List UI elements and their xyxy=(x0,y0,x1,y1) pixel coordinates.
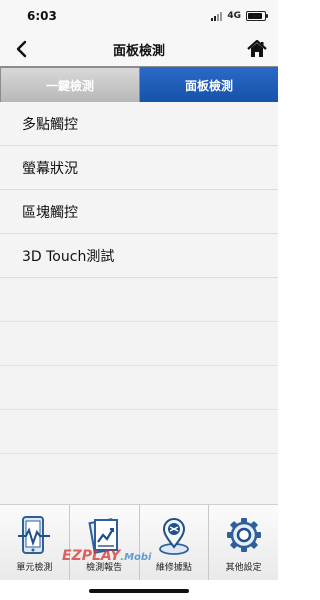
tabbar-item-repair-location[interactable]: 維修據點 xyxy=(140,505,210,581)
home-indicator xyxy=(0,580,278,600)
tabbar-label: 單元檢測 xyxy=(16,563,53,573)
tabbar-label: 維修據點 xyxy=(155,563,192,573)
tabbar-item-unit-check[interactable]: 單元檢測 xyxy=(0,505,70,581)
watermark-suffix: .Mobi xyxy=(120,552,152,563)
network-type: 4G xyxy=(227,11,241,21)
empty-row xyxy=(0,410,278,454)
tabbar-label: 其他設定 xyxy=(225,563,262,573)
bottom-tab-bar: 單元檢測 檢測報告 維修據點 其他設定 xyxy=(0,504,278,581)
status-time: 6:03 xyxy=(27,9,57,23)
list-item-block-touch[interactable]: 區塊觸控 xyxy=(0,190,278,234)
tab-panel-check[interactable]: 面板檢測 xyxy=(140,67,278,103)
test-list: 多點觸控 螢幕狀況 區塊觸控 3D Touch測試 xyxy=(0,102,278,504)
signal-icon xyxy=(211,11,223,21)
status-indicators: 4G xyxy=(211,10,268,22)
empty-row xyxy=(0,278,278,322)
segmented-tabs: 一鍵檢測 面板檢測 xyxy=(0,66,278,104)
gear-icon xyxy=(226,518,261,552)
tabbar-item-other-settings[interactable]: 其他設定 xyxy=(209,505,278,581)
home-icon[interactable] xyxy=(246,38,268,60)
empty-row xyxy=(0,366,278,410)
phone-pulse-icon xyxy=(18,516,51,554)
battery-level xyxy=(248,13,262,19)
watermark-brand: EZPLAY xyxy=(62,548,121,564)
empty-row xyxy=(0,454,278,504)
watermark-logo: EZPLAY.Mobi xyxy=(62,548,151,564)
battery-icon xyxy=(246,11,268,21)
list-item-3d-touch[interactable]: 3D Touch測試 xyxy=(0,234,278,278)
location-pin-icon xyxy=(158,518,189,555)
tab-one-click-check[interactable]: 一鍵檢測 xyxy=(0,67,140,103)
navigation-bar: 面板檢測 xyxy=(0,32,278,66)
empty-row xyxy=(0,322,278,366)
page-title: 面板檢測 xyxy=(112,44,165,59)
list-item-screen-status[interactable]: 螢幕狀況 xyxy=(0,146,278,190)
list-item-multi-touch[interactable]: 多點觸控 xyxy=(0,102,278,146)
tabbar-item-report[interactable]: 檢測報告 xyxy=(70,505,140,581)
status-bar: 6:03 4G xyxy=(0,0,278,32)
